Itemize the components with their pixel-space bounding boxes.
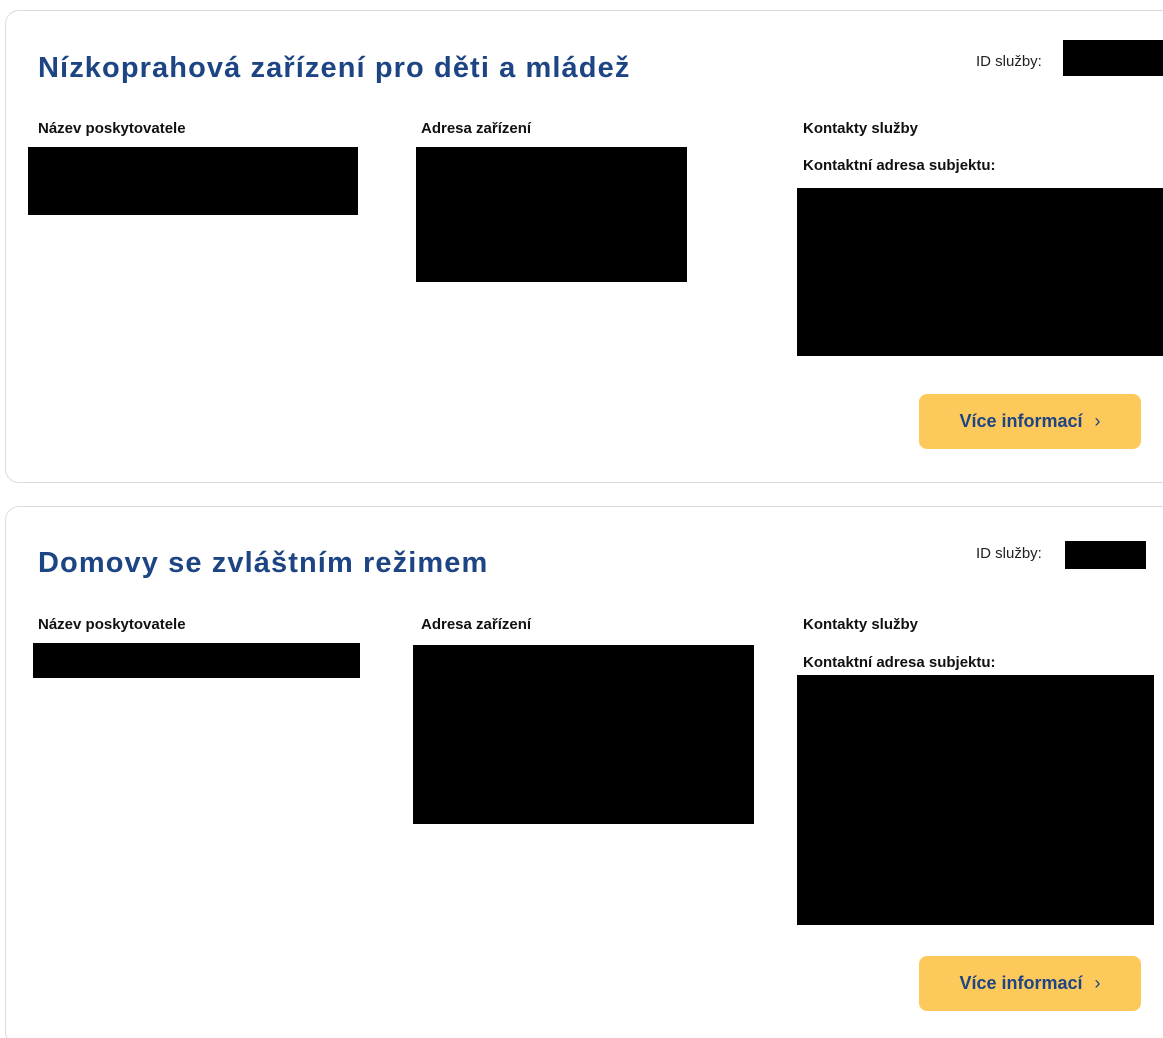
service-title: Domovy se zvláštním režimem [38, 547, 489, 579]
provider-label: Název poskytovatele [38, 616, 186, 633]
provider-name-redacted [33, 643, 360, 678]
address-label: Adresa zařízení [421, 616, 532, 633]
service-title: Nízkoprahová zařízení pro děti a mládež [38, 52, 631, 84]
page: Nízkoprahová zařízení pro děti a mládež … [0, 0, 1163, 1038]
service-id-label: ID služby: [976, 545, 1042, 562]
contact-address-redacted [797, 675, 1154, 925]
contact-address-label: Kontaktní adresa subjektu: [803, 654, 996, 671]
more-info-button-label: Více informací [959, 973, 1083, 993]
facility-address-redacted [416, 147, 687, 282]
address-label: Adresa zařízení [421, 120, 532, 137]
service-id-redacted [1065, 541, 1146, 569]
contacts-label: Kontakty služby [803, 120, 919, 137]
provider-name-redacted [28, 147, 358, 215]
contacts-label: Kontakty služby [803, 616, 919, 633]
chevron-right-icon: › [1094, 411, 1101, 431]
contact-address-redacted [797, 188, 1163, 356]
facility-address-redacted [413, 645, 754, 824]
more-info-button[interactable]: Více informací › [919, 394, 1141, 449]
chevron-right-icon: › [1094, 973, 1101, 993]
service-id-redacted [1063, 40, 1163, 76]
contact-address-label: Kontaktní adresa subjektu: [803, 157, 996, 174]
provider-label: Název poskytovatele [38, 120, 186, 137]
service-id-label: ID služby: [976, 53, 1042, 70]
more-info-button-label: Více informací [959, 411, 1083, 431]
more-info-button[interactable]: Více informací › [919, 956, 1141, 1011]
